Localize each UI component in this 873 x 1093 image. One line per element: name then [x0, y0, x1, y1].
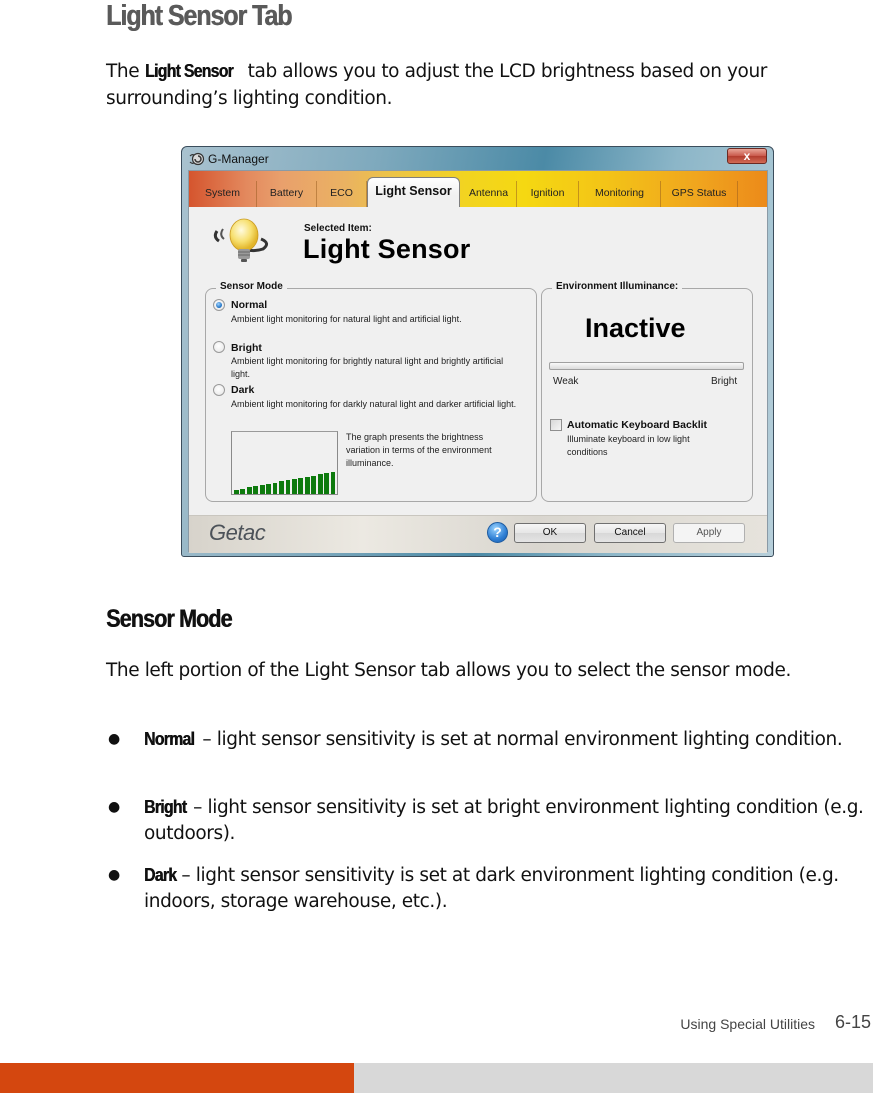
option-normal-label[interactable]: Normal — [231, 299, 267, 311]
graph-bar — [311, 476, 317, 494]
graph-bar — [317, 474, 323, 494]
intro-keyword: Light Sensor — [144, 60, 234, 81]
keyboard-backlit-label[interactable]: Automatic Keyboard Backlit — [567, 419, 707, 431]
graph-bar — [266, 484, 272, 494]
keyboard-backlit-checkbox[interactable] — [550, 419, 562, 431]
sensor-mode-legend: Sensor Mode — [216, 281, 287, 292]
footer-gray-bar — [354, 1063, 873, 1093]
selected-item-value: Light Sensor — [303, 234, 471, 264]
bullet-keyword: Dark — [144, 864, 177, 885]
bullet-dot-icon: ● — [108, 799, 120, 815]
light-bulb-icon — [213, 218, 268, 262]
cancel-button[interactable]: Cancel — [594, 523, 666, 543]
window-title: G-Manager — [208, 152, 269, 166]
graph-bar — [304, 477, 310, 494]
brightness-graph — [231, 431, 338, 495]
getac-logo: Getac — [209, 520, 266, 545]
graph-bar — [272, 483, 278, 494]
footer-chapter: Using Special Utilities — [680, 1016, 815, 1032]
tab-light-sensor[interactable]: Light Sensor — [367, 177, 460, 207]
section-intro: The left portion of the Light Sensor tab… — [106, 660, 791, 681]
option-dark-label[interactable]: Dark — [231, 384, 254, 396]
tab-system[interactable]: System — [189, 181, 257, 207]
close-icon: x — [743, 149, 751, 163]
tab-ignition[interactable]: Ignition — [517, 181, 579, 207]
graph-bar — [253, 486, 259, 494]
keyboard-backlit-description: Illuminate keyboard in low light conditi… — [567, 434, 690, 457]
bullet-dot-icon: ● — [108, 867, 120, 883]
bullet-dot-icon: ● — [108, 731, 120, 747]
illuminance-level-bar — [549, 362, 744, 370]
scale-weak-label: Weak — [553, 376, 579, 387]
option-bright-description: Ambient light monitoring for brightly na… — [231, 356, 504, 379]
graph-bar — [291, 479, 297, 494]
window-client-area: System Battery ECO Light Sensor Antenna … — [188, 170, 768, 553]
help-icon[interactable]: ? — [487, 522, 508, 543]
tab-monitoring[interactable]: Monitoring — [579, 181, 661, 207]
tab-eco[interactable]: ECO — [317, 181, 367, 207]
radio-normal[interactable] — [213, 299, 225, 311]
option-normal-description: Ambient light monitoring for natural lig… — [231, 314, 462, 324]
footer-accent-bar — [0, 1063, 354, 1093]
graph-bar — [285, 480, 291, 494]
graph-bar — [259, 485, 265, 494]
option-bright-label[interactable]: Bright — [231, 342, 262, 354]
tab-antenna[interactable]: Antenna — [461, 181, 517, 207]
bullet-text: – light sensor sensitivity is set at bri… — [144, 797, 864, 844]
graph-bar — [240, 489, 246, 494]
apply-button[interactable]: Apply — [673, 523, 745, 543]
illuminance-status: Inactive — [585, 313, 686, 343]
section-heading: Sensor Mode — [106, 605, 232, 633]
tab-bar: System Battery ECO Light Sensor Antenna … — [189, 171, 767, 207]
graph-bar — [324, 473, 329, 494]
option-dark-description: Ambient light monitoring for darkly natu… — [231, 399, 517, 409]
footer-page-number: 6-15 — [834, 1012, 871, 1032]
intro-paragraph: The Light Sensor tab allows you to adjus… — [106, 57, 856, 112]
page-heading: Light Sensor Tab — [106, 0, 292, 32]
scale-bright-label: Bright — [711, 376, 738, 387]
g-manager-icon — [189, 152, 205, 166]
environment-illuminance-legend: Environment Illuminance: — [552, 281, 683, 292]
graph-bar — [330, 472, 336, 494]
bullet-keyword: Bright — [144, 796, 187, 817]
bullet-keyword: Normal — [144, 728, 195, 749]
radio-dark[interactable] — [213, 384, 225, 396]
bullet-text: – light sensor sensitivity is set at nor… — [196, 729, 843, 750]
graph-bar — [246, 487, 252, 494]
ok-button[interactable]: OK — [514, 523, 586, 543]
selected-item-label: Selected Item: — [304, 223, 372, 234]
radio-bright[interactable] — [213, 341, 225, 353]
tab-gps-status[interactable]: GPS Status — [661, 181, 738, 207]
graph-note: The graph presents the brightness variat… — [346, 432, 492, 468]
graph-bar — [279, 481, 284, 494]
g-manager-window: G-Manager x System Battery ECO Light Sen… — [181, 146, 774, 557]
bullet-text: – light sensor sensitivity is set at dar… — [144, 865, 839, 912]
tab-battery[interactable]: Battery — [257, 181, 317, 207]
graph-bar — [298, 478, 304, 494]
close-button[interactable]: x — [727, 148, 767, 164]
dialog-footer: Getac ? OK Cancel Apply — [189, 515, 767, 553]
graph-bar — [234, 490, 239, 494]
intro-prefix: The — [106, 61, 145, 82]
